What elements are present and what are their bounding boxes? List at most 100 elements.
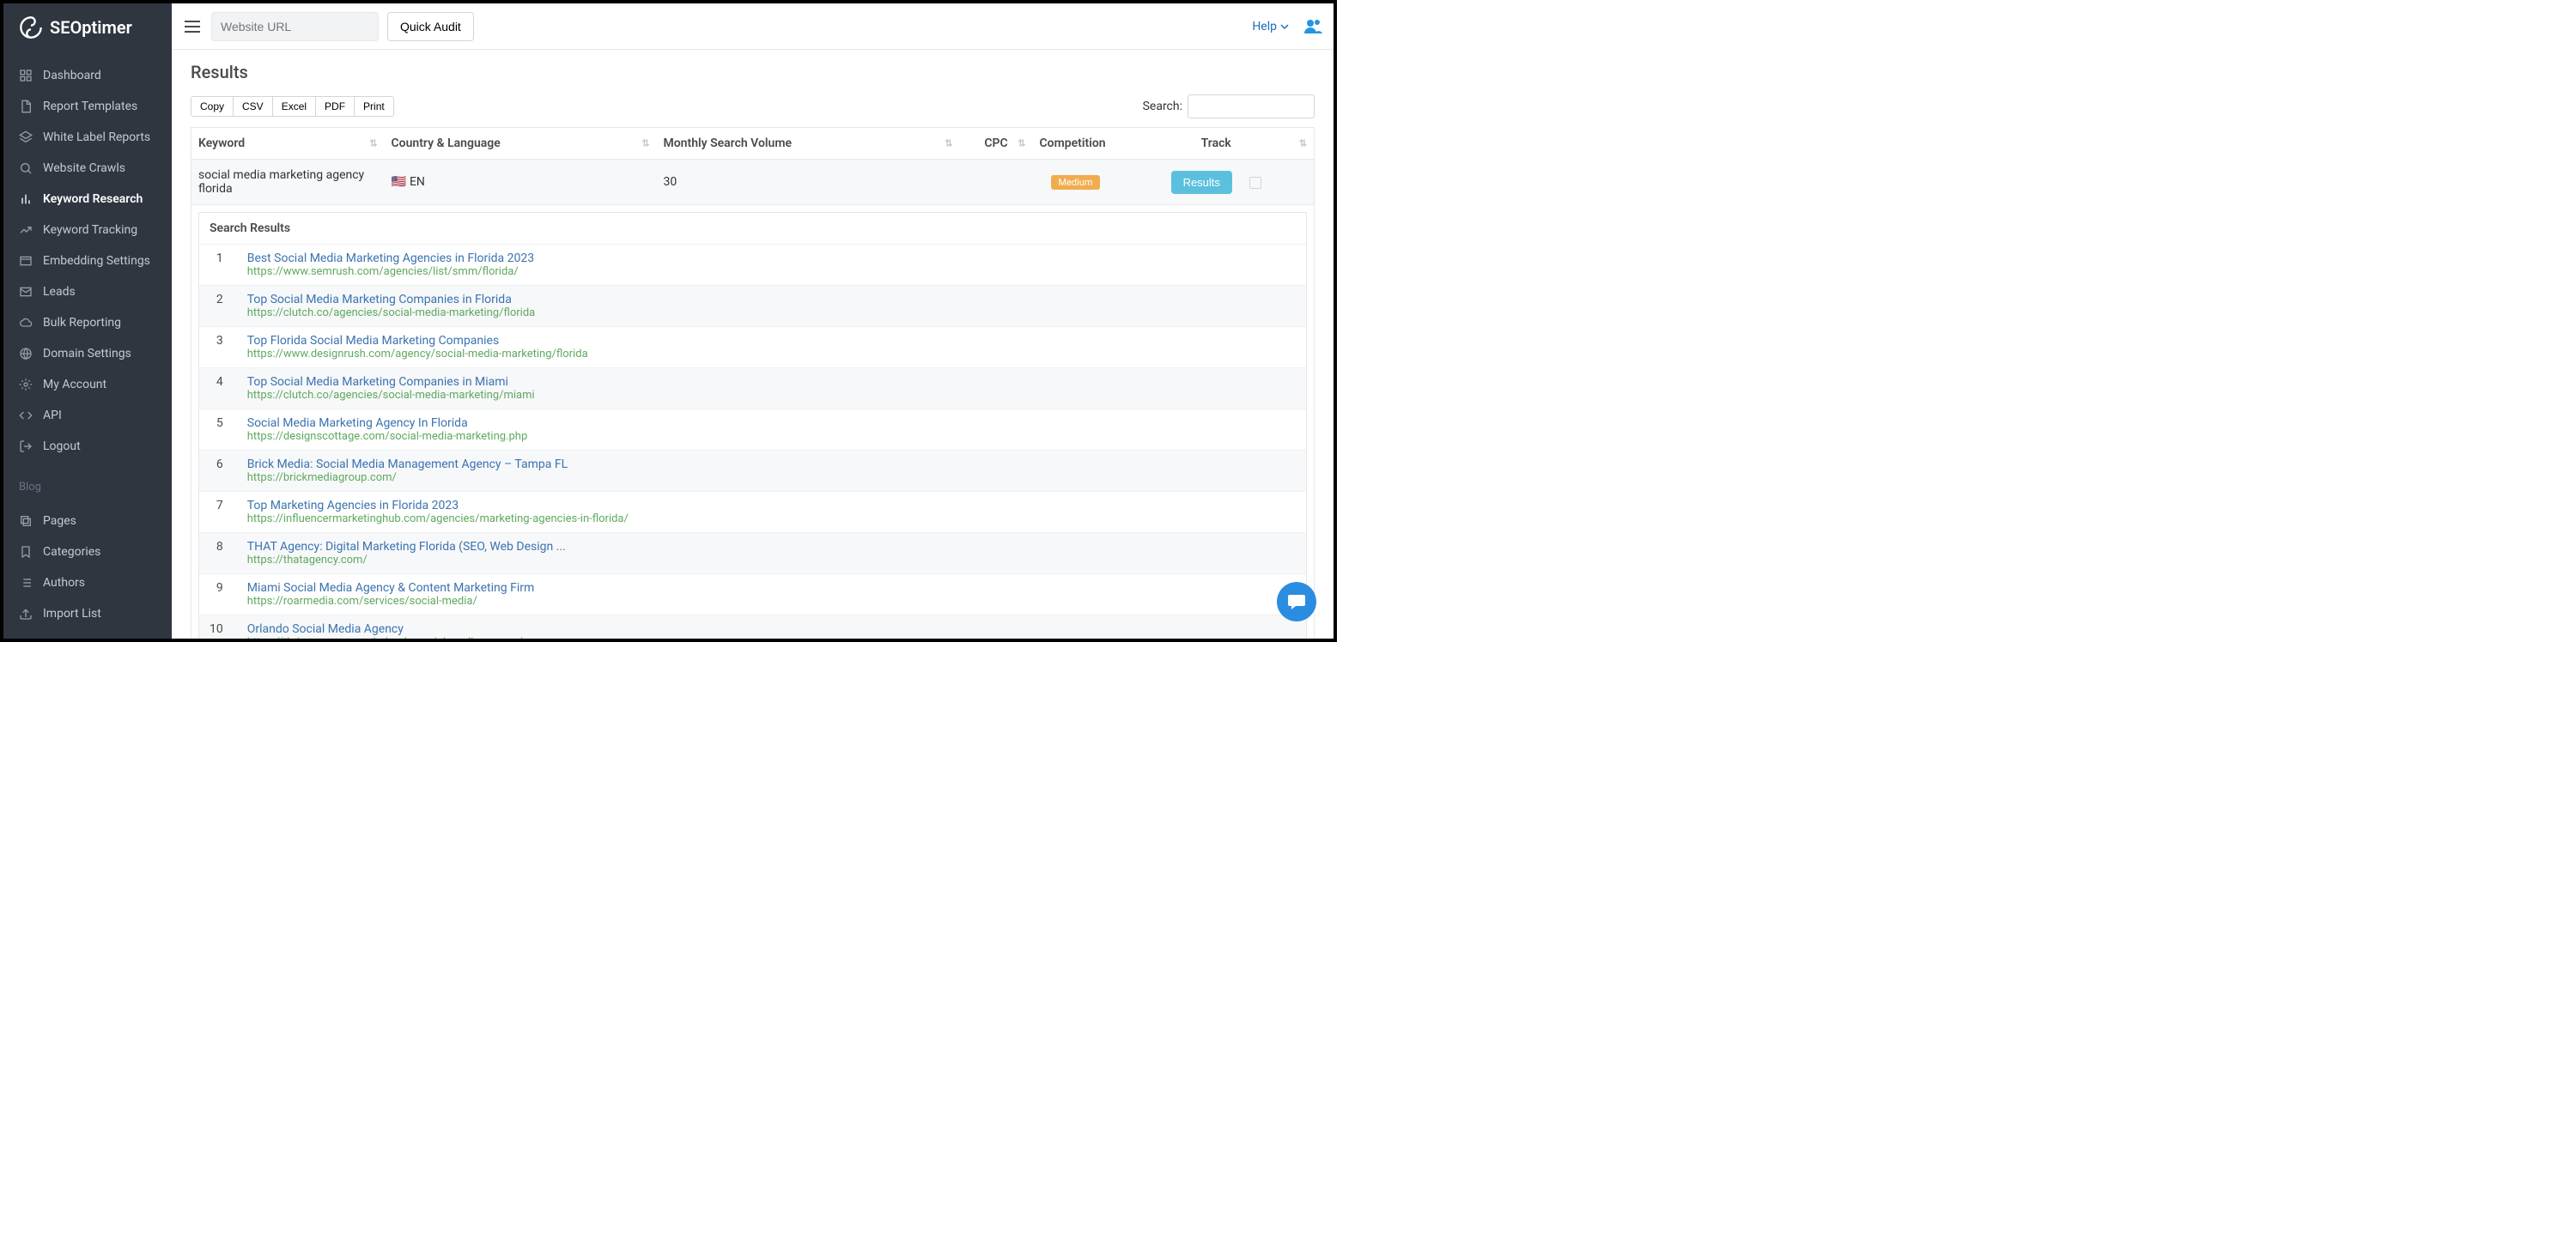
code-icon <box>19 409 33 422</box>
serp-url-link[interactable]: https://www.designrush.com/agency/social… <box>247 348 1296 360</box>
sidebar-item-white-label-reports[interactable]: White Label Reports <box>3 122 172 153</box>
sidebar-item-logout[interactable]: Logout <box>3 431 172 462</box>
sidebar-item-bulk-reporting[interactable]: Bulk Reporting <box>3 307 172 338</box>
file-icon <box>19 100 33 113</box>
gear-icon <box>19 378 33 391</box>
sort-icon: ⇅ <box>369 138 377 149</box>
sidebar-item-label: Domain Settings <box>43 347 131 360</box>
serp-url-link[interactable]: https://clutch.co/agencies/social-media-… <box>247 389 1296 402</box>
sidebar-item-domain-settings[interactable]: Domain Settings <box>3 338 172 369</box>
sidebar-item-keyword-tracking[interactable]: Keyword Tracking <box>3 215 172 245</box>
serp-title-link[interactable]: Top Marketing Agencies in Florida 2023 <box>247 499 1296 512</box>
sidebar-item-keyword-research[interactable]: Keyword Research <box>3 184 172 215</box>
serp-url-link[interactable]: https://www.semrush.com/agencies/list/sm… <box>247 265 1296 278</box>
sidebar-item-embedding-settings[interactable]: Embedding Settings <box>3 245 172 276</box>
cell-competition: Medium <box>1033 160 1119 205</box>
export-print-button[interactable]: Print <box>354 96 394 117</box>
serp-row: 2Top Social Media Marketing Companies in… <box>199 286 1306 327</box>
serp-url-link[interactable]: https://brickmediagroup.com/ <box>247 471 1296 484</box>
serp-row: 10Orlando Social Media Agencyhttps://thr… <box>199 615 1306 639</box>
export-excel-button[interactable]: Excel <box>272 96 316 117</box>
serp-rank: 9 <box>199 574 237 615</box>
serp-title-link[interactable]: Orlando Social Media Agency <box>247 622 1296 636</box>
sidebar-item-label: My Account <box>43 378 106 391</box>
export-csv-button[interactable]: CSV <box>233 96 273 117</box>
bookmark-icon <box>19 545 33 559</box>
cell-country: 🇺🇸EN <box>385 160 657 205</box>
sidebar-item-authors[interactable]: Authors <box>3 567 172 598</box>
serp-row: 9 Miami Social Media Agency & Content Mar… <box>199 574 1306 615</box>
serp-title-link[interactable]: Miami Social Media Agency & Content Mark… <box>247 581 1296 595</box>
serp-title-link[interactable]: Best Social Media Marketing Agencies in … <box>247 251 1296 265</box>
sidebar-item-label: White Label Reports <box>43 130 150 144</box>
serp-row: 3 Top Florida Social Media Marketing Comp… <box>199 327 1306 368</box>
sidebar-item-api[interactable]: API <box>3 400 172 431</box>
sidebar-item-label: Keyword Tracking <box>43 223 137 237</box>
serp-rank: 6 <box>199 451 237 492</box>
serp-url-link[interactable]: https://designscottage.com/social-media-… <box>247 430 1296 443</box>
serp-title-link[interactable]: THAT Agency: Digital Marketing Florida (… <box>247 540 1296 554</box>
serp-title-link[interactable]: Top Florida Social Media Marketing Compa… <box>247 334 1296 348</box>
sidebar-item-label: Embedding Settings <box>43 254 150 268</box>
quick-audit-button[interactable]: Quick Audit <box>387 12 474 41</box>
col-competition[interactable]: Competition <box>1033 128 1119 160</box>
sidebar-item-my-account[interactable]: My Account <box>3 369 172 400</box>
col-cpc[interactable]: CPC⇅ <box>960 128 1033 160</box>
sidebar-item-leads[interactable]: Leads <box>3 276 172 307</box>
cell-track: Results <box>1119 160 1315 205</box>
serp-row: 6 Brick Media: Social Media Management Ag… <box>199 451 1306 492</box>
col-keyword[interactable]: Keyword⇅ <box>191 128 385 160</box>
serp-title-link[interactable]: Top Social Media Marketing Companies in … <box>247 293 1296 306</box>
serp-row: 1Best Social Media Marketing Agencies in… <box>199 245 1306 286</box>
grid-icon <box>19 69 33 82</box>
search-input[interactable] <box>1188 94 1315 118</box>
serp-row: 4 Top Social Media Marketing Companies in… <box>199 368 1306 409</box>
serp-url-link[interactable]: https://influencermarketinghub.com/agenc… <box>247 512 1296 525</box>
sidebar-item-import-list[interactable]: Import List <box>3 598 172 629</box>
cell-keyword: social media marketing agency florida <box>191 160 385 205</box>
chat-widget[interactable] <box>1277 582 1316 621</box>
results-button[interactable]: Results <box>1171 171 1232 194</box>
brand-logo[interactable]: SEOptimer <box>3 3 172 52</box>
sidebar-section-blog: Blog <box>3 470 172 497</box>
col-volume[interactable]: Monthly Search Volume⇅ <box>657 128 960 160</box>
sort-icon: ⇅ <box>1299 138 1307 149</box>
serp-title-link[interactable]: Brick Media: Social Media Management Age… <box>247 457 1296 471</box>
sidebar-item-label: Dashboard <box>43 69 101 82</box>
serp-rank: 4 <box>199 368 237 409</box>
cell-cpc <box>960 160 1033 205</box>
track-checkbox[interactable] <box>1249 177 1261 189</box>
users-icon[interactable] <box>1303 16 1323 37</box>
serp-rank: 5 <box>199 409 237 451</box>
serp-url-link[interactable]: https://thatagency.com/ <box>247 554 1296 566</box>
globe-icon <box>19 347 33 360</box>
sidebar-item-dashboard[interactable]: Dashboard <box>3 60 172 91</box>
sidebar-item-report-templates[interactable]: Report Templates <box>3 91 172 122</box>
serp-url-link[interactable]: https://thriveagency.com/orlando-social-… <box>247 636 1296 639</box>
col-country[interactable]: Country & Language⇅ <box>385 128 657 160</box>
serp-title-link[interactable]: Top Social Media Marketing Companies in … <box>247 375 1296 389</box>
export-buttons: CopyCSVExcelPDFPrint <box>191 96 394 117</box>
export-copy-button[interactable]: Copy <box>191 96 234 117</box>
sidebar-item-website-crawls[interactable]: Website Crawls <box>3 153 172 184</box>
keyword-row: social media marketing agency florida🇺🇸E… <box>191 160 1315 205</box>
export-pdf-button[interactable]: PDF <box>315 96 355 117</box>
sidebar-item-label: Pages <box>43 514 76 528</box>
serp-url-link[interactable]: https://roarmedia.com/services/social-me… <box>247 595 1296 608</box>
help-label: Help <box>1252 20 1277 33</box>
serp-url-link[interactable]: https://clutch.co/agencies/social-media-… <box>247 306 1296 319</box>
mail-icon <box>19 285 33 299</box>
trend-icon <box>19 223 33 237</box>
website-url-input[interactable] <box>211 12 379 41</box>
sort-icon: ⇅ <box>641 138 649 149</box>
serp-title-link[interactable]: Social Media Marketing Agency In Florida <box>247 416 1296 430</box>
help-link[interactable]: Help <box>1252 20 1289 33</box>
sidebar-item-pages[interactable]: Pages <box>3 506 172 536</box>
sort-icon: ⇅ <box>945 138 952 149</box>
brand-name: SEOptimer <box>50 17 132 38</box>
col-track[interactable]: Track⇅ <box>1119 128 1315 160</box>
hamburger-icon[interactable] <box>182 16 203 37</box>
results-table: Keyword⇅ Country & Language⇅ Monthly Sea… <box>191 127 1315 639</box>
sidebar-item-categories[interactable]: Categories <box>3 536 172 567</box>
serp-rank: 3 <box>199 327 237 368</box>
